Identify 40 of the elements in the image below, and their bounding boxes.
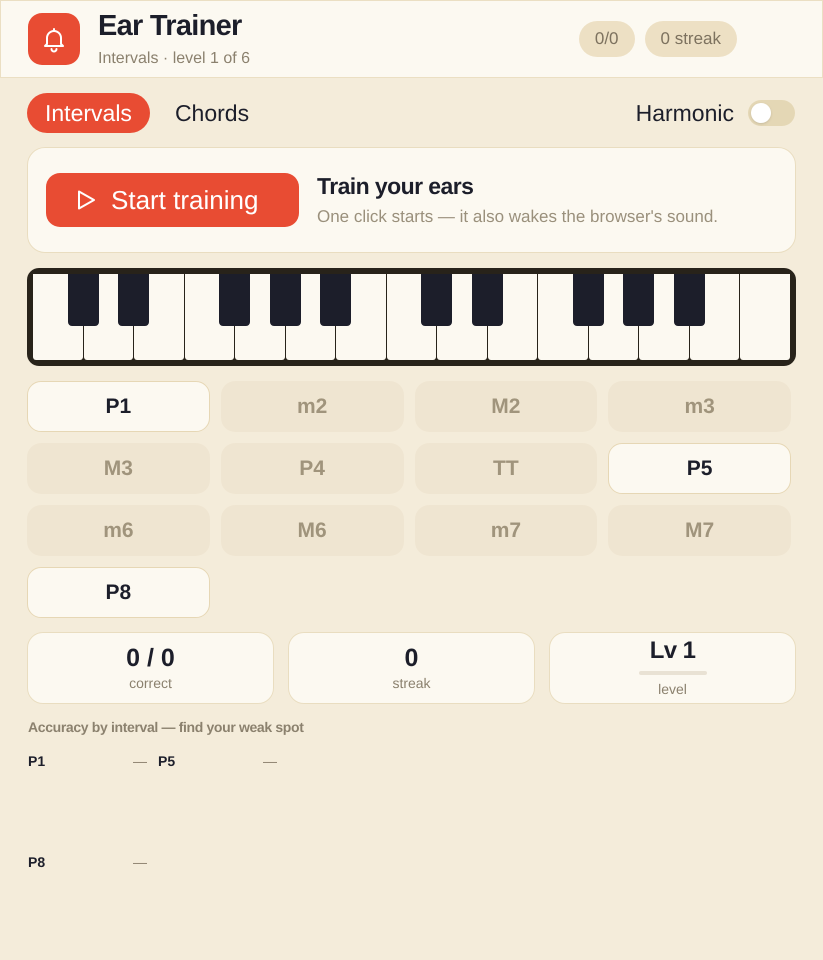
interval-button[interactable]: m7 (414, 505, 598, 556)
interval-name: P5 (158, 752, 176, 770)
mode-tab[interactable]: Chords (156, 93, 268, 133)
interval-button[interactable]: M7 (608, 505, 791, 556)
interval-button[interactable]: m2 (220, 381, 404, 432)
mode-tab[interactable]: Intervals (27, 93, 150, 133)
interval-button[interactable]: P4 (220, 443, 404, 494)
interval-button[interactable]: m3 (608, 381, 791, 432)
stat-value: 0 / 0 (126, 644, 175, 672)
interval-button[interactable]: TT (414, 443, 598, 494)
stat-label: streak (392, 674, 431, 692)
play-icon (76, 189, 96, 211)
interval-button[interactable]: M6 (220, 505, 404, 556)
stat-label: correct (129, 674, 172, 692)
score-pill: 0 streak (644, 21, 737, 57)
interval-button[interactable]: P8 (27, 567, 210, 618)
app-title: Ear Trainer (98, 9, 243, 43)
start-training-button[interactable]: Start training (46, 173, 299, 227)
stat-label: level (658, 680, 687, 698)
card-title: Train your ears (317, 172, 474, 200)
stat-value: Lv 1 (650, 638, 696, 664)
interval-button[interactable]: P5 (608, 443, 791, 494)
interval-button[interactable]: M3 (27, 443, 210, 494)
stat-value: 0 (404, 644, 418, 672)
harmonic-toggle[interactable] (748, 100, 795, 126)
harmonic-label: Harmonic (636, 98, 734, 128)
interval-button[interactable]: M2 (414, 381, 598, 432)
interval-name: P1 (28, 752, 46, 770)
bell-icon (28, 13, 80, 65)
accuracy-value: — (133, 752, 147, 770)
app-subtitle: Intervals · level 1 of 6 (98, 49, 250, 69)
piano-keyboard-drawing[interactable] (27, 268, 796, 366)
interval-button[interactable]: P1 (27, 381, 210, 432)
card-description: One click starts — it also wakes the browser's sound. (317, 206, 718, 228)
score-pill: 0/0 (578, 21, 635, 57)
accuracy-value: — (263, 752, 277, 770)
interval-button[interactable]: m6 (27, 505, 210, 556)
accuracy-value: — (133, 853, 147, 871)
interval-name: P8 (28, 853, 46, 871)
accuracy-heading: Accuracy by interval — find your weak spot (27, 718, 305, 736)
